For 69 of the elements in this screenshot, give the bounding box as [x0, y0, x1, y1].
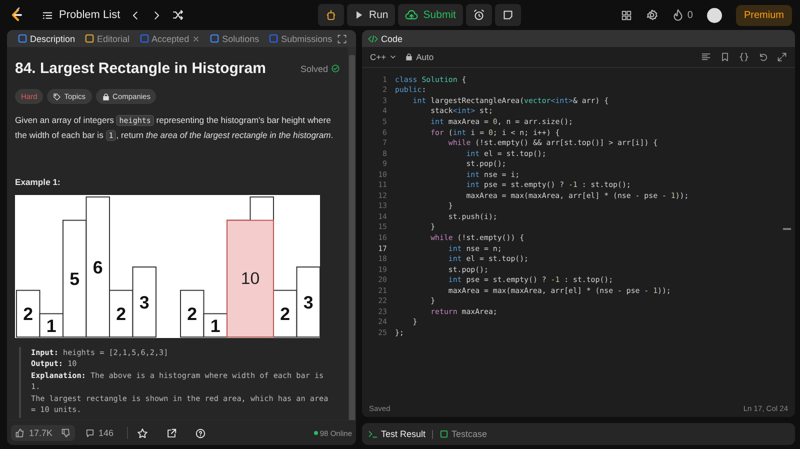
panel-tab[interactable]: Description: [13, 34, 80, 44]
braces-icon[interactable]: [739, 52, 749, 62]
bar-label: 2: [186, 304, 197, 324]
solved-status: Solved: [300, 64, 340, 74]
timer-button[interactable]: [466, 4, 492, 26]
debug-button[interactable]: [318, 4, 344, 26]
code-icon: [368, 34, 378, 44]
bar-label: 5: [70, 268, 80, 289]
lock-icon: [405, 53, 414, 61]
comments-button[interactable]: 146: [80, 425, 118, 441]
undo-icon[interactable]: [758, 52, 768, 62]
tab-icon: [85, 34, 94, 43]
terminal-icon: [368, 429, 378, 439]
panel-tab[interactable]: Solutions: [205, 34, 264, 44]
bar-label: 2: [280, 304, 290, 324]
bar-label: 2: [116, 304, 126, 324]
comment-icon: [84, 428, 95, 438]
thumbs-up-icon: [15, 428, 25, 438]
mode-dropdown[interactable]: Auto: [405, 52, 434, 62]
language-dropdown[interactable]: C++: [370, 52, 398, 62]
lock-icon: [102, 92, 110, 100]
streak-counter[interactable]: 0: [672, 9, 693, 21]
check-circle-icon: [331, 64, 340, 73]
example-heading: Example 1:: [15, 176, 60, 186]
alarm-clock-icon: [472, 9, 485, 21]
layout-grid-icon[interactable]: [621, 10, 632, 20]
close-icon[interactable]: [192, 34, 200, 42]
bookmark-icon[interactable]: [720, 52, 730, 62]
premium-button[interactable]: Premium: [736, 4, 792, 26]
run-button[interactable]: Run: [347, 4, 396, 26]
bar-label: 2: [23, 304, 34, 324]
tag-icon: [53, 92, 62, 100]
tab-icon: [210, 34, 220, 43]
bar-label: 1: [46, 315, 56, 336]
play-icon: [354, 10, 364, 20]
cloud-upload-icon: [405, 8, 418, 22]
result-tab[interactable]: Test Result: [368, 429, 426, 439]
problem-title: 84. Largest Rectangle in Histogram: [15, 60, 266, 77]
panel-tab[interactable]: Editorial: [80, 34, 135, 44]
format-icon[interactable]: [701, 52, 711, 62]
panel-tab[interactable]: Accepted: [134, 34, 206, 44]
avatar[interactable]: [706, 8, 722, 22]
thumbs-down-icon: [60, 428, 71, 438]
flame-icon: [672, 9, 684, 21]
area-label: 10: [240, 268, 260, 288]
bar-label: 3: [302, 292, 313, 312]
help-icon[interactable]: [194, 428, 206, 438]
result-tab[interactable]: Testcase: [438, 429, 488, 439]
code-tab[interactable]: Code: [368, 34, 403, 44]
note-icon: [502, 9, 514, 21]
chevron-down-icon: [389, 53, 398, 61]
bar-label: 3: [139, 292, 150, 312]
bar-label: 6: [92, 256, 103, 277]
fullscreen-icon[interactable]: [337, 34, 348, 44]
expand-icon[interactable]: [777, 52, 787, 62]
settings-icon[interactable]: [646, 9, 658, 21]
checkbox-icon: [438, 429, 449, 439]
share-icon[interactable]: [166, 428, 177, 438]
problem-list-link[interactable]: Problem List: [42, 9, 120, 21]
bar-label: 1: [210, 315, 220, 336]
notes-button[interactable]: [494, 4, 521, 26]
list-icon: [42, 10, 53, 20]
panel-tab[interactable]: Submissions: [264, 34, 338, 44]
star-icon[interactable]: [136, 428, 148, 438]
tab-icon: [269, 34, 278, 43]
tab-icon: [140, 34, 149, 43]
tab-icon: [18, 34, 27, 43]
shuffle-icon[interactable]: [172, 9, 184, 21]
submit-button[interactable]: Submit: [398, 4, 463, 26]
